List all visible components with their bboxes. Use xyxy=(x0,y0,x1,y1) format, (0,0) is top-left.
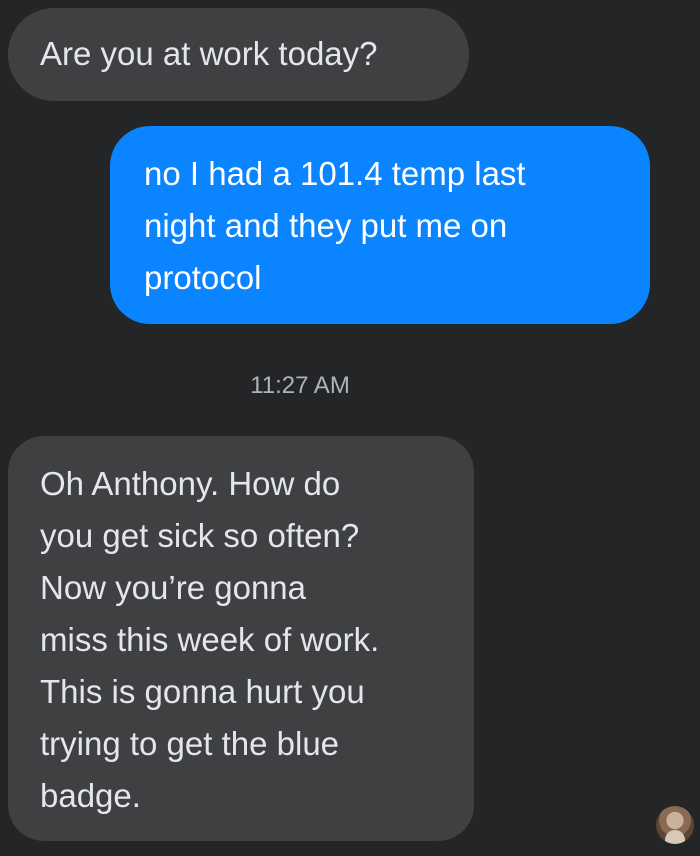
chat-thread: Are you at work today? no I had a 101.4 … xyxy=(0,0,700,856)
message-timestamp: 11:27 AM xyxy=(250,372,350,399)
incoming-message-bubble[interactable]: Oh Anthony. How do you get sick so often… xyxy=(8,436,474,841)
message-text: no I had a 101.4 temp last night and the… xyxy=(144,155,526,296)
message-text: Oh Anthony. How do you get sick so often… xyxy=(40,465,380,814)
outgoing-message-bubble[interactable]: no I had a 101.4 temp last night and the… xyxy=(110,126,650,324)
incoming-message-bubble[interactable]: Are you at work today? xyxy=(8,8,469,101)
message-text: Are you at work today? xyxy=(40,35,378,72)
user-avatar-icon[interactable] xyxy=(656,806,694,844)
